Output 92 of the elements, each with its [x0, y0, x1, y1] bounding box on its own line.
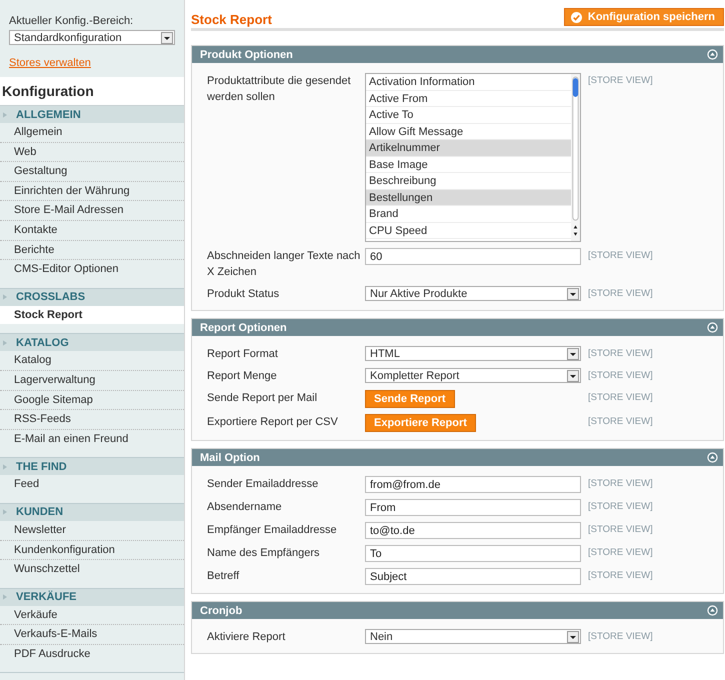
scope-hint: [STORE VIEW]	[588, 347, 653, 361]
select-dropdown[interactable]: Nur Aktive Produkte	[365, 286, 581, 301]
sidebar-item[interactable]: Newsletter	[0, 520, 184, 540]
sidebar-item[interactable]: Verkäufe	[0, 606, 184, 626]
triangle-icon	[3, 594, 7, 600]
sidebar-item[interactable]: Feed	[0, 475, 184, 494]
section-header[interactable]: Mail Option	[192, 449, 723, 466]
group-header[interactable]: THE FIND	[0, 458, 184, 476]
sidebar-item[interactable]: RSS-Feeds	[0, 410, 184, 430]
field-label: Abschneiden langer Texte nach X Zeichen	[207, 249, 362, 280]
field-label: Produktattribute die gesendet werden sollen	[207, 74, 352, 105]
list-option[interactable]: Bestellungen	[366, 190, 571, 206]
collapse-icon[interactable]	[707, 322, 718, 333]
collapse-icon[interactable]	[707, 605, 718, 616]
list-option[interactable]: Brand	[366, 206, 571, 222]
list-option[interactable]: Activation Information	[366, 74, 571, 90]
sidebar-item[interactable]: Google Sitemap	[0, 390, 184, 410]
sidebar-item[interactable]: CMS-Editor Optionen	[0, 260, 184, 279]
scope-hint: [STORE VIEW]	[588, 249, 653, 263]
collapse-icon[interactable]	[707, 49, 718, 60]
sidebar-item[interactable]: E-Mail an einen Freund	[0, 430, 184, 448]
list-option[interactable]: Base Image	[366, 156, 571, 173]
triangle-icon	[3, 509, 7, 516]
field-label: Absendername	[207, 500, 283, 515]
sidebar-item[interactable]: Web	[0, 142, 184, 162]
select-dropdown[interactable]: Nein	[365, 629, 581, 644]
field-label: Produkt Status	[207, 287, 280, 302]
sidebar-item[interactable]: Kontakte	[0, 220, 184, 241]
field-label: Report Format	[207, 347, 279, 362]
scope-hint: [STORE VIEW]	[588, 630, 653, 644]
sidebar-item[interactable]: PDF Ausdrucke	[0, 644, 184, 664]
triangle-icon	[3, 294, 7, 300]
attribute-listbox[interactable]: Activation Information Active From Active To Allow Gift Message Artikelnummer Base Image Beschreibung Bestellungen Brand CPU Speed	[365, 73, 581, 242]
sidebar-item[interactable]: Allgemein	[0, 123, 184, 143]
triangle-icon	[3, 464, 7, 470]
group-header[interactable]: KATALOG	[0, 334, 184, 352]
list-option[interactable]: Artikelnummer	[366, 140, 571, 156]
sidebar-item[interactable]: Berichte	[0, 240, 184, 260]
section-header[interactable]: Produkt Optionen	[192, 46, 723, 63]
field-label: Sender Emailaddresse	[207, 477, 320, 492]
group-header[interactable]: ALLGEMEIN	[0, 106, 184, 123]
text-field[interactable]: Subject	[365, 568, 581, 585]
sidebar-item[interactable]: Einrichten der Währung	[0, 182, 184, 202]
field-label: Report Menge	[207, 369, 278, 384]
sidebar-item[interactable]: Wunschzettel	[0, 560, 184, 579]
text-field[interactable]: From	[365, 499, 581, 516]
section-header[interactable]: Cronjob	[192, 602, 723, 619]
field-label: Exportiere Report per CSV	[207, 415, 339, 430]
scope-hint: [STORE VIEW]	[588, 369, 653, 383]
scope-hint: [STORE VIEW]	[588, 287, 653, 301]
scope-label: Aktueller Konfig.-Bereich:	[9, 15, 134, 27]
sidebar-item[interactable]: Stock Report	[0, 306, 184, 324]
field-label: Name des Empfängers	[207, 546, 320, 561]
scope-hint: [STORE VIEW]	[588, 477, 653, 491]
sidebar-item[interactable]: Lagerverwaltung	[0, 370, 184, 391]
sidebar-item[interactable]: Katalog	[0, 351, 184, 371]
field-label: Betreff	[207, 569, 240, 584]
sidebar-item[interactable]: Kundenkonfiguration	[0, 540, 184, 560]
scope-hint: [STORE VIEW]	[588, 523, 653, 537]
triangle-icon	[3, 340, 7, 346]
scope-hint: [STORE VIEW]	[588, 500, 653, 514]
scope-hint: [STORE VIEW]	[588, 74, 653, 88]
text-field[interactable]: to@to.de	[365, 522, 581, 539]
scrollbar-icon[interactable]	[571, 74, 580, 241]
text-field[interactable]: from@from.de	[365, 476, 581, 493]
sidebar-title: Konfiguration	[0, 77, 184, 106]
sidebar-item[interactable]: Store E-Mail Adressen	[0, 201, 184, 221]
group-header[interactable]: KUNDEN	[0, 504, 184, 521]
sidebar-item[interactable]: Gestaltung	[0, 162, 184, 182]
scope-hint: [STORE VIEW]	[588, 415, 653, 429]
text-field[interactable]: 60	[365, 248, 581, 265]
field-label: Aktiviere Report	[207, 630, 286, 645]
check-icon	[570, 12, 582, 22]
triangle-icon	[3, 112, 7, 118]
select-dropdown[interactable]: HTML	[365, 346, 581, 361]
list-option[interactable]: Active From	[366, 90, 571, 107]
scope-hint: [STORE VIEW]	[588, 546, 653, 560]
list-option[interactable]: Active To	[366, 107, 571, 124]
field-label: Empfänger Emailaddresse	[207, 523, 338, 538]
field-label: Sende Report per Mail	[207, 391, 318, 406]
list-option[interactable]: CPU Speed	[366, 222, 571, 239]
section-header[interactable]: Report Optionen	[192, 319, 723, 336]
collapse-icon[interactable]	[707, 452, 718, 463]
scope-hint: [STORE VIEW]	[588, 391, 653, 405]
text-field[interactable]: To	[365, 545, 581, 562]
group-header[interactable]: CROSSLABS	[0, 288, 184, 306]
group-header[interactable]: VERKÄUFE	[0, 588, 184, 606]
sidebar-item[interactable]: Verkaufs-E-Mails	[0, 625, 184, 645]
page-title: Stock Report	[191, 12, 272, 27]
select-dropdown[interactable]: Kompletter Report	[365, 368, 581, 383]
scope-hint: [STORE VIEW]	[588, 569, 653, 583]
scope-dropdown[interactable]: Standardkonfiguration	[9, 30, 175, 45]
